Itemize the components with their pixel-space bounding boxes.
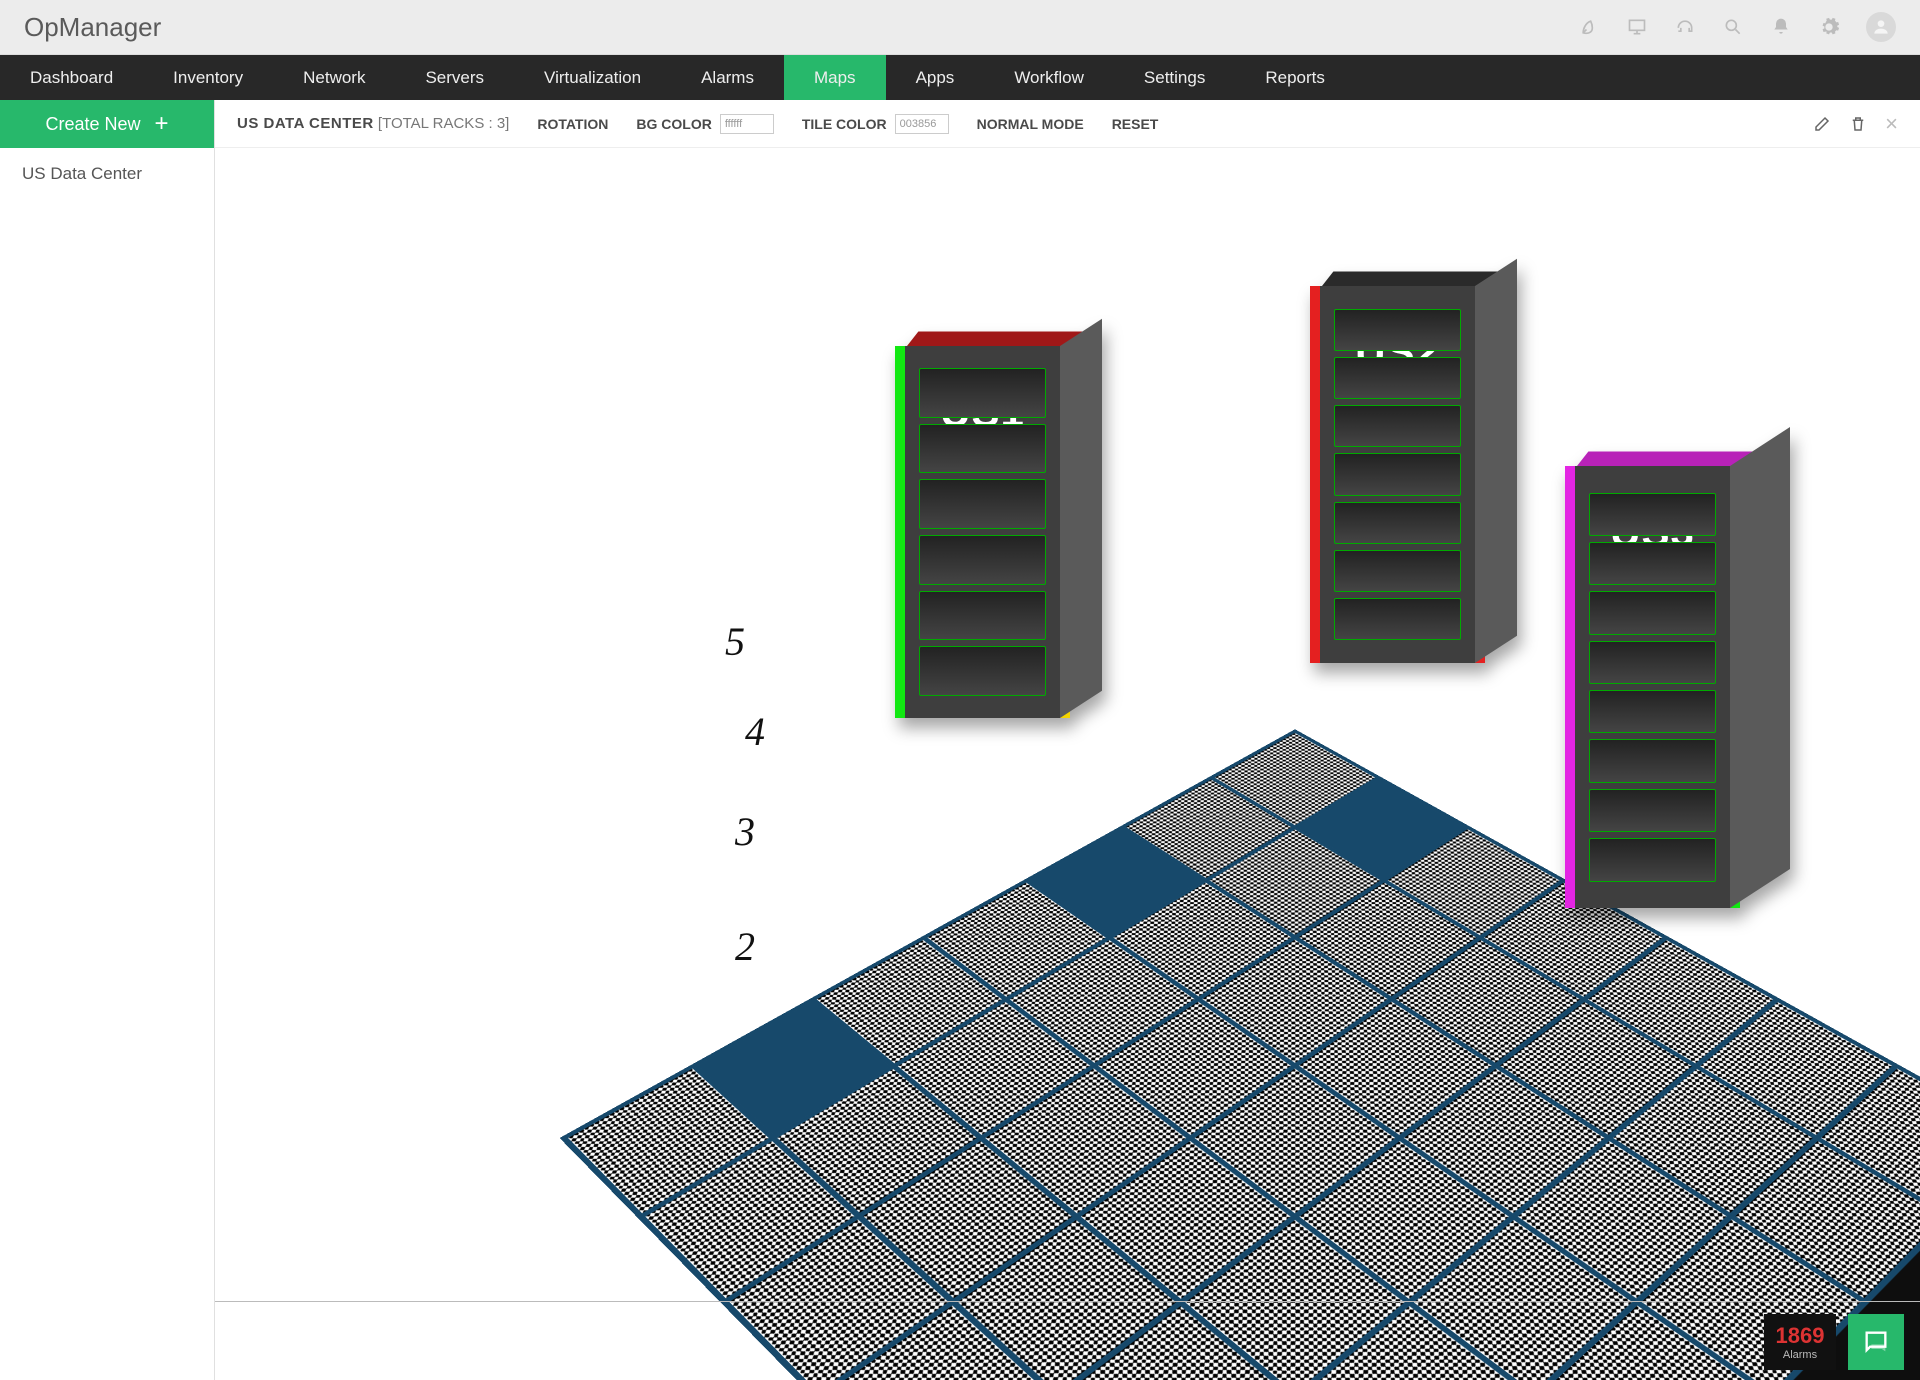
nav-apps[interactable]: Apps [886, 55, 985, 100]
bgcolor-input[interactable] [720, 114, 774, 134]
close-icon[interactable]: × [1885, 111, 1898, 137]
app-logo: OpManager [24, 12, 161, 43]
alarms-label: Alarms [1783, 1349, 1817, 1361]
delete-icon[interactable] [1849, 115, 1867, 133]
tilecolor-label: TILE COLOR [802, 116, 887, 132]
mode-button[interactable]: NORMAL MODE [977, 116, 1084, 132]
map-toolbar: US DATA CENTER [TOTAL RACKS : 3] ROTATIO… [215, 100, 1920, 148]
nav-servers[interactable]: Servers [395, 55, 514, 100]
tilecolor-input[interactable] [895, 114, 949, 134]
reset-button[interactable]: RESET [1112, 116, 1159, 132]
chat-button[interactable] [1848, 1314, 1904, 1370]
create-new-label: Create New [45, 114, 140, 135]
nav-network[interactable]: Network [273, 55, 395, 100]
nav-settings[interactable]: Settings [1114, 55, 1235, 100]
rack-us2[interactable]: US2 [1310, 258, 1485, 663]
nav-virtualization[interactable]: Virtualization [514, 55, 671, 100]
axis-label-3: 3 [735, 808, 755, 855]
map-title: US DATA CENTER [237, 115, 374, 132]
user-avatar-icon[interactable] [1866, 12, 1896, 42]
plus-icon: + [155, 110, 169, 138]
rack-us3[interactable]: US3 [1565, 438, 1740, 908]
axis-label-4: 4 [745, 708, 765, 755]
3d-floor-view[interactable]: 5 4 3 2 1 0 US1 US [215, 148, 1920, 1380]
map-subtitle: [TOTAL RACKS : 3] [378, 115, 509, 132]
presentation-icon[interactable] [1626, 16, 1648, 38]
topbar: OpManager [0, 0, 1920, 55]
alarms-count: 1869 [1776, 1323, 1825, 1349]
alarms-badge[interactable]: 1869 Alarms [1764, 1314, 1836, 1370]
bell-icon[interactable] [1770, 16, 1792, 38]
rotation-button[interactable]: ROTATION [537, 116, 608, 132]
sidebar: Create New + US Data Center [0, 100, 215, 1380]
nav-inventory[interactable]: Inventory [143, 55, 273, 100]
rocket-icon[interactable] [1578, 16, 1600, 38]
nav-maps[interactable]: Maps [784, 55, 886, 100]
nav-dashboard[interactable]: Dashboard [0, 55, 143, 100]
search-icon[interactable] [1722, 16, 1744, 38]
axis-label-5: 5 [725, 618, 745, 665]
main-panel: US DATA CENTER [TOTAL RACKS : 3] ROTATIO… [215, 100, 1920, 1380]
axis-label-2: 2 [735, 923, 755, 970]
sidebar-item-us-data-center[interactable]: US Data Center [0, 148, 214, 200]
bgcolor-label: BG COLOR [636, 116, 711, 132]
divider [215, 1301, 1920, 1302]
create-new-button[interactable]: Create New + [0, 100, 214, 148]
nav-workflow[interactable]: Workflow [984, 55, 1114, 100]
gear-icon[interactable] [1818, 16, 1840, 38]
edit-icon[interactable] [1813, 115, 1831, 133]
nav-alarms[interactable]: Alarms [671, 55, 784, 100]
nav-reports[interactable]: Reports [1235, 55, 1355, 100]
main-nav: Dashboard Inventory Network Servers Virt… [0, 55, 1920, 100]
rack-us1[interactable]: US1 [895, 318, 1070, 718]
topbar-icon-group [1578, 12, 1896, 42]
headset-icon[interactable] [1674, 16, 1696, 38]
